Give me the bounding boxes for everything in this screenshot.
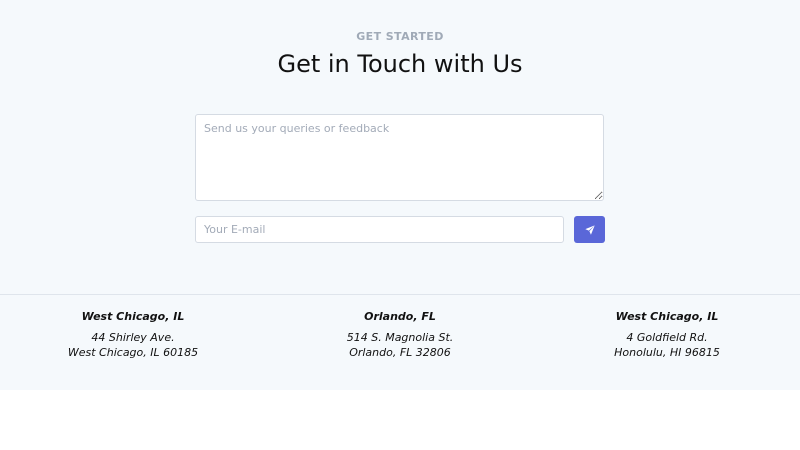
feedback-textarea[interactable] bbox=[195, 114, 604, 201]
office-card: Orlando, FL 514 S. Magnolia St. Orlando,… bbox=[267, 309, 533, 360]
office-city: West Chicago, IL bbox=[615, 310, 719, 323]
office-street: 4 Goldfield Rd. bbox=[626, 331, 708, 344]
offices-footer: West Chicago, IL 44 Shirley Ave. West Ch… bbox=[0, 294, 800, 390]
paper-plane-icon bbox=[584, 224, 595, 235]
page-title: Get in Touch with Us bbox=[277, 50, 523, 78]
office-locality: West Chicago, IL 60185 bbox=[67, 346, 199, 359]
email-input[interactable] bbox=[195, 216, 564, 243]
office-street: 514 S. Magnolia St. bbox=[346, 331, 454, 344]
office-city: West Chicago, IL bbox=[81, 310, 185, 323]
office-locality: Honolulu, HI 96815 bbox=[614, 346, 720, 359]
contact-section: GET STARTED Get in Touch with Us bbox=[0, 0, 800, 294]
office-card: West Chicago, IL 44 Shirley Ave. West Ch… bbox=[0, 309, 266, 360]
office-city: Orlando, FL bbox=[364, 310, 436, 323]
office-street: 44 Shirley Ave. bbox=[91, 331, 175, 344]
office-card: West Chicago, IL 4 Goldfield Rd. Honolul… bbox=[534, 309, 800, 360]
office-locality: Orlando, FL 32806 bbox=[349, 346, 451, 359]
send-button[interactable] bbox=[574, 216, 605, 243]
section-eyebrow: GET STARTED bbox=[356, 30, 444, 43]
